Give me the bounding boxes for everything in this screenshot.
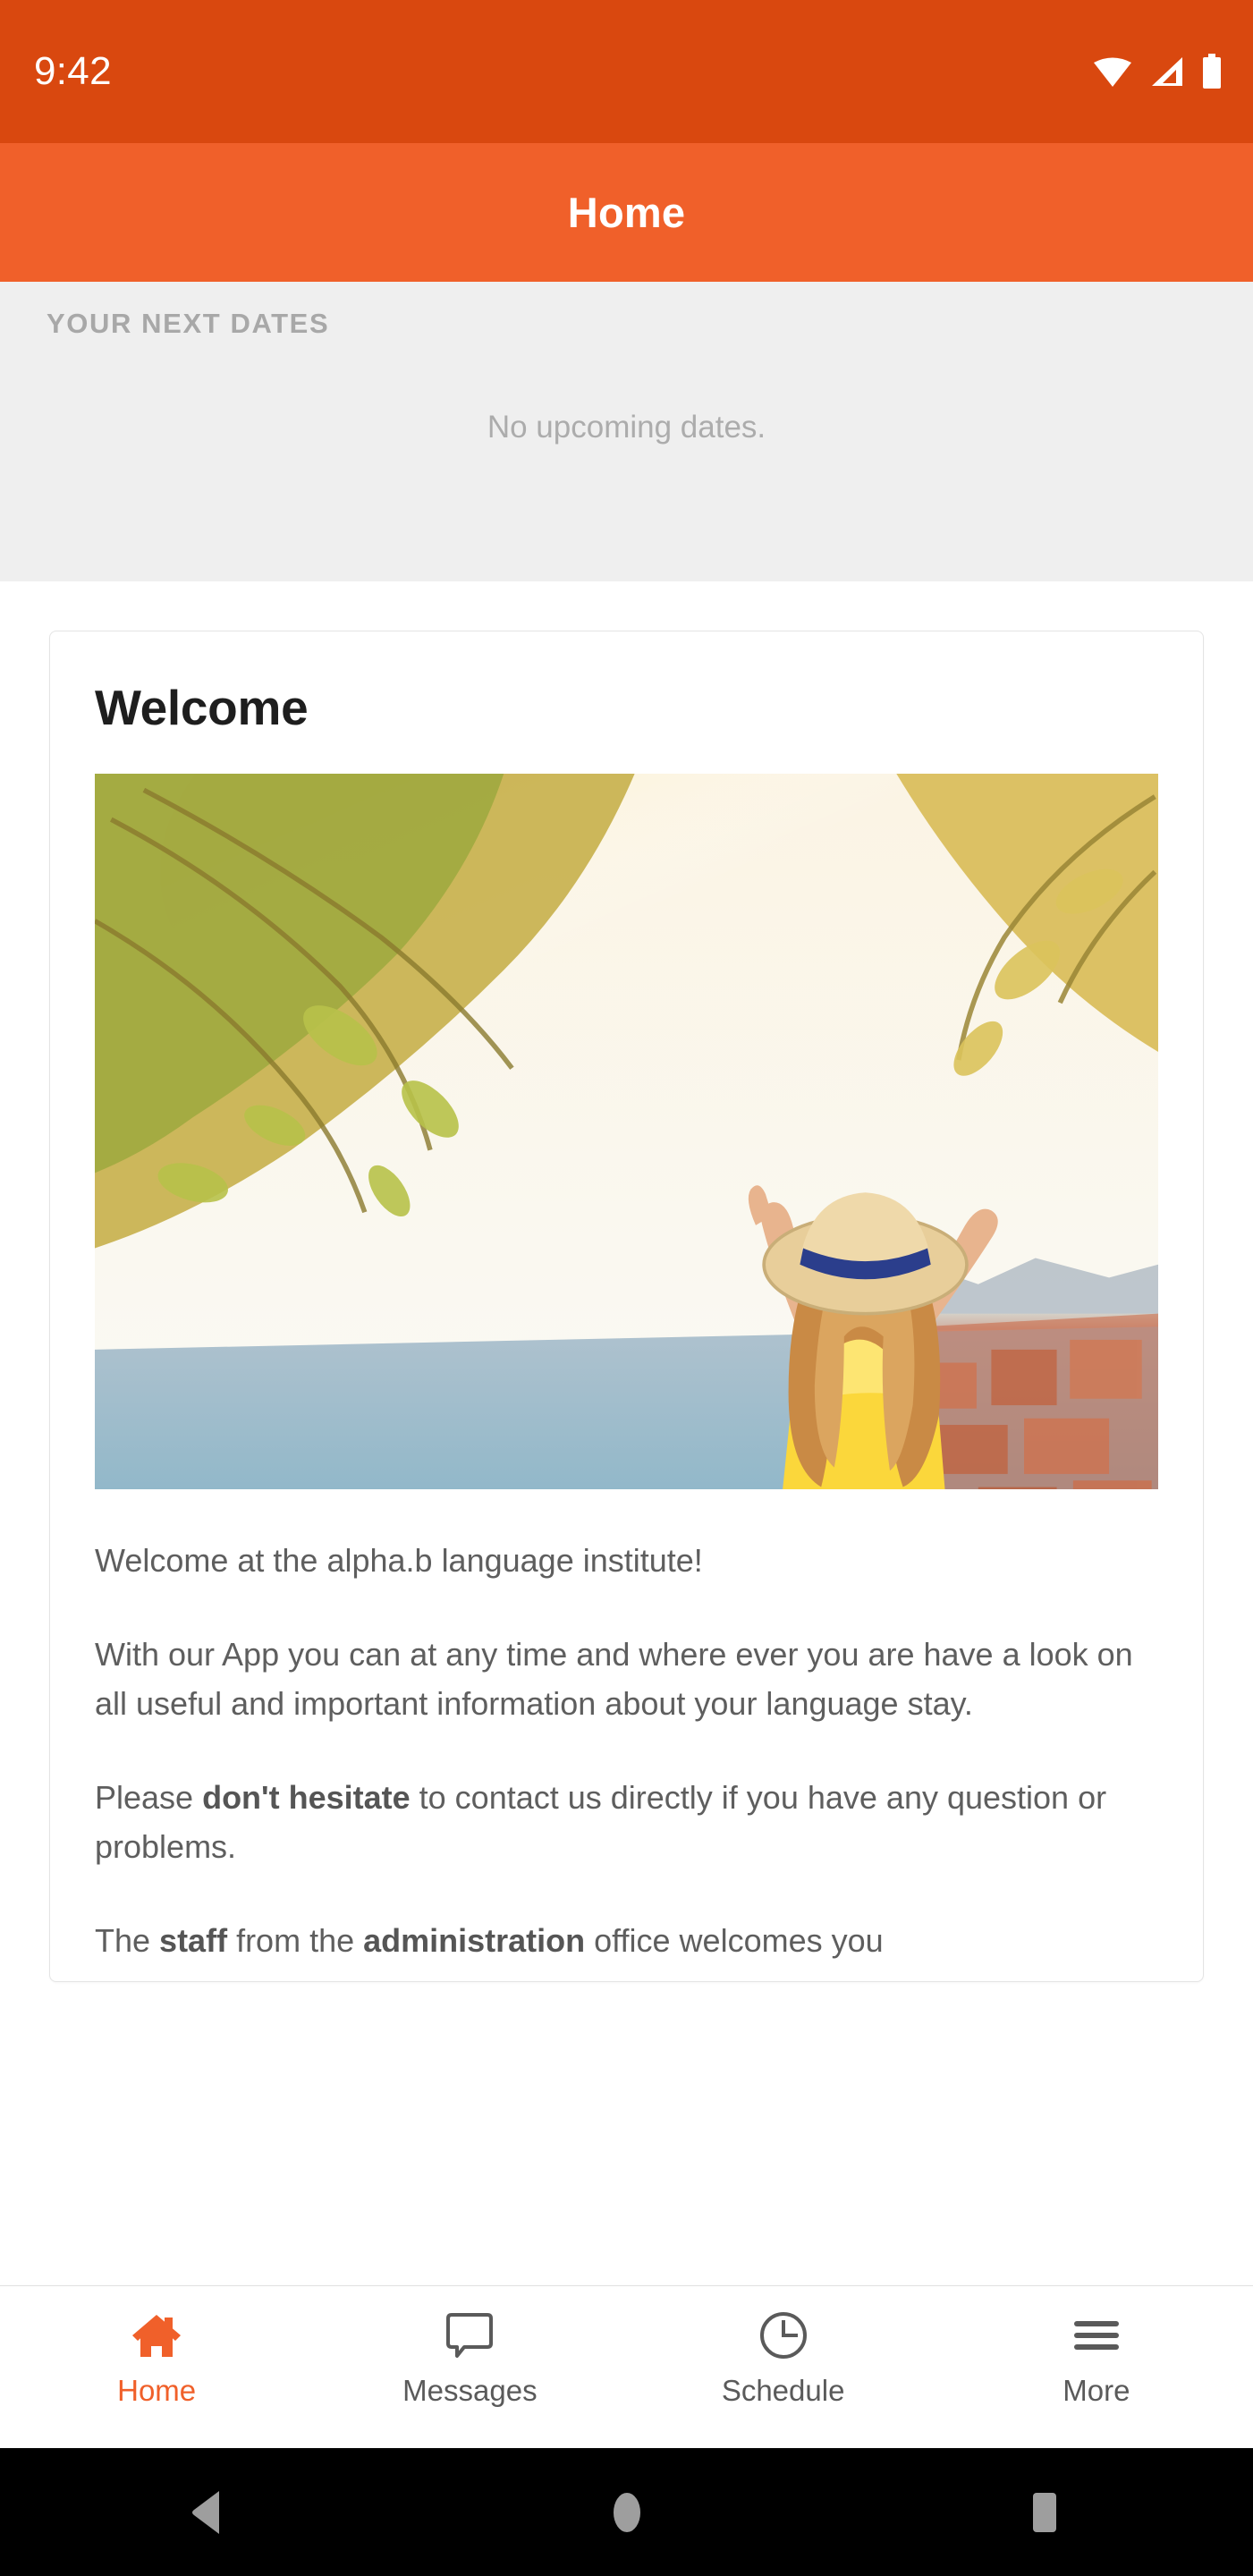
welcome-paragraph-1: Welcome at the alpha.b language institut… [95, 1541, 703, 1579]
status-time: 9:42 [34, 49, 112, 93]
welcome-paragraph-2: With our App you can at any time and whe… [95, 1635, 1133, 1722]
welcome-paragraph-3: Please don't hesitate to contact us dire… [95, 1778, 1107, 1865]
recents-button[interactable] [835, 2489, 1253, 2536]
next-dates-section: YOUR NEXT DATES No upcoming dates. [0, 282, 1253, 581]
tab-home-label: Home [117, 2374, 197, 2407]
home-button[interactable] [418, 2489, 835, 2536]
cellular-signal-icon [1148, 55, 1186, 88]
android-system-nav [0, 2448, 1253, 2576]
battery-icon [1201, 54, 1223, 89]
app-bar: Home [0, 143, 1253, 282]
square-recents-icon [1024, 2489, 1065, 2536]
hero-illustration [95, 773, 1158, 1489]
circle-home-icon [606, 2489, 648, 2536]
hamburger-menu-icon [1071, 2308, 1122, 2363]
welcome-card-body: Welcome at the alpha.b language institut… [50, 1489, 1203, 1965]
welcome-card-title: Welcome [95, 680, 309, 735]
home-icon [131, 2308, 182, 2363]
status-icons [1092, 54, 1223, 89]
next-dates-section-label: YOUR NEXT DATES [47, 308, 330, 339]
page-title: Home [567, 189, 686, 236]
content-scroll-area[interactable]: Welcome Welcome at the alpha.b language … [0, 581, 1253, 2285]
clock-icon [758, 2308, 809, 2363]
status-bar: 9:42 [0, 0, 1253, 143]
tab-more[interactable]: More [940, 2308, 1253, 2405]
tab-home[interactable]: Home [0, 2308, 313, 2405]
tab-more-label: More [1063, 2374, 1130, 2407]
triangle-back-icon [189, 2489, 230, 2536]
next-dates-empty-message: No upcoming dates. [487, 410, 766, 445]
welcome-hero-image [95, 773, 1158, 1489]
bottom-tab-bar: Home Messages Schedule More [0, 2285, 1253, 2448]
tab-schedule-label: Schedule [721, 2374, 845, 2407]
tab-messages-label: Messages [402, 2374, 538, 2407]
back-button[interactable] [0, 2489, 418, 2536]
wifi-icon [1092, 55, 1133, 88]
tab-messages[interactable]: Messages [313, 2308, 626, 2405]
tab-schedule[interactable]: Schedule [627, 2308, 940, 2405]
app-screen: 9:42 Home YOUR NEXT DATES No upcoming da… [0, 0, 1253, 2576]
message-bubble-icon [444, 2308, 495, 2363]
welcome-card: Welcome Welcome at the alpha.b language … [49, 631, 1204, 1982]
welcome-paragraph-4: The staff from the administration office… [95, 1921, 884, 1959]
